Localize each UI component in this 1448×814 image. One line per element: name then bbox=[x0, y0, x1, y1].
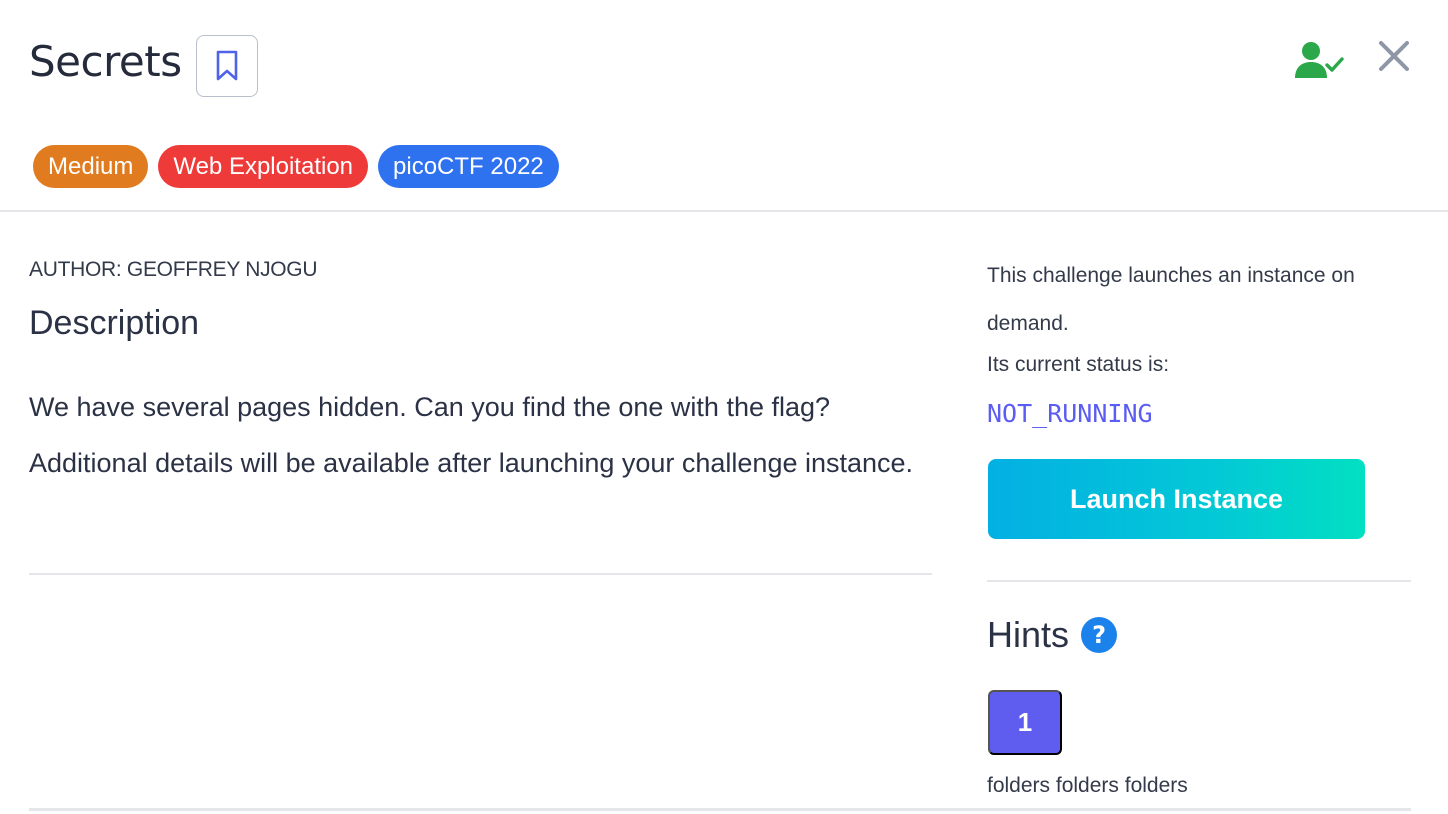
close-icon[interactable] bbox=[1376, 38, 1412, 74]
instance-status-value: NOT_RUNNING bbox=[987, 399, 1153, 428]
hint-button-1[interactable]: 1 bbox=[988, 690, 1062, 755]
hints-heading: Hints bbox=[987, 614, 1070, 655]
tag-difficulty: Medium bbox=[33, 145, 149, 188]
instance-info-text: This challenge launches an instance on d… bbox=[987, 264, 1355, 335]
bottom-divider bbox=[29, 808, 1411, 811]
launch-instance-button[interactable]: Launch Instance bbox=[988, 459, 1365, 539]
tag-list: Medium Web Exploitation picoCTF 2022 bbox=[33, 145, 559, 188]
challenge-modal: Secrets Medium Web Exploitation picoCTF … bbox=[0, 0, 1448, 814]
author-label: AUTHOR: GEOFFREY NJOGU bbox=[29, 258, 318, 281]
description-text: We have several pages hidden. Can you fi… bbox=[29, 392, 914, 478]
description-heading: Description bbox=[29, 304, 200, 342]
tag-event: picoCTF 2022 bbox=[378, 145, 559, 188]
tag-category: Web Exploitation bbox=[158, 145, 369, 188]
question-circle-icon[interactable]: ? bbox=[1081, 617, 1118, 653]
description-divider bbox=[29, 573, 932, 575]
header-divider bbox=[0, 210, 1448, 212]
instance-divider bbox=[987, 580, 1411, 582]
instance-status-label: Its current status is: bbox=[987, 353, 1170, 376]
bookmark-button[interactable] bbox=[196, 35, 258, 97]
hints-section-header: Hints ? bbox=[987, 614, 1118, 656]
hint-text: folders folders folders bbox=[987, 774, 1188, 797]
challenge-title: Secrets bbox=[29, 37, 182, 86]
bookmark-icon bbox=[216, 50, 238, 81]
user-check-icon bbox=[1295, 42, 1344, 78]
